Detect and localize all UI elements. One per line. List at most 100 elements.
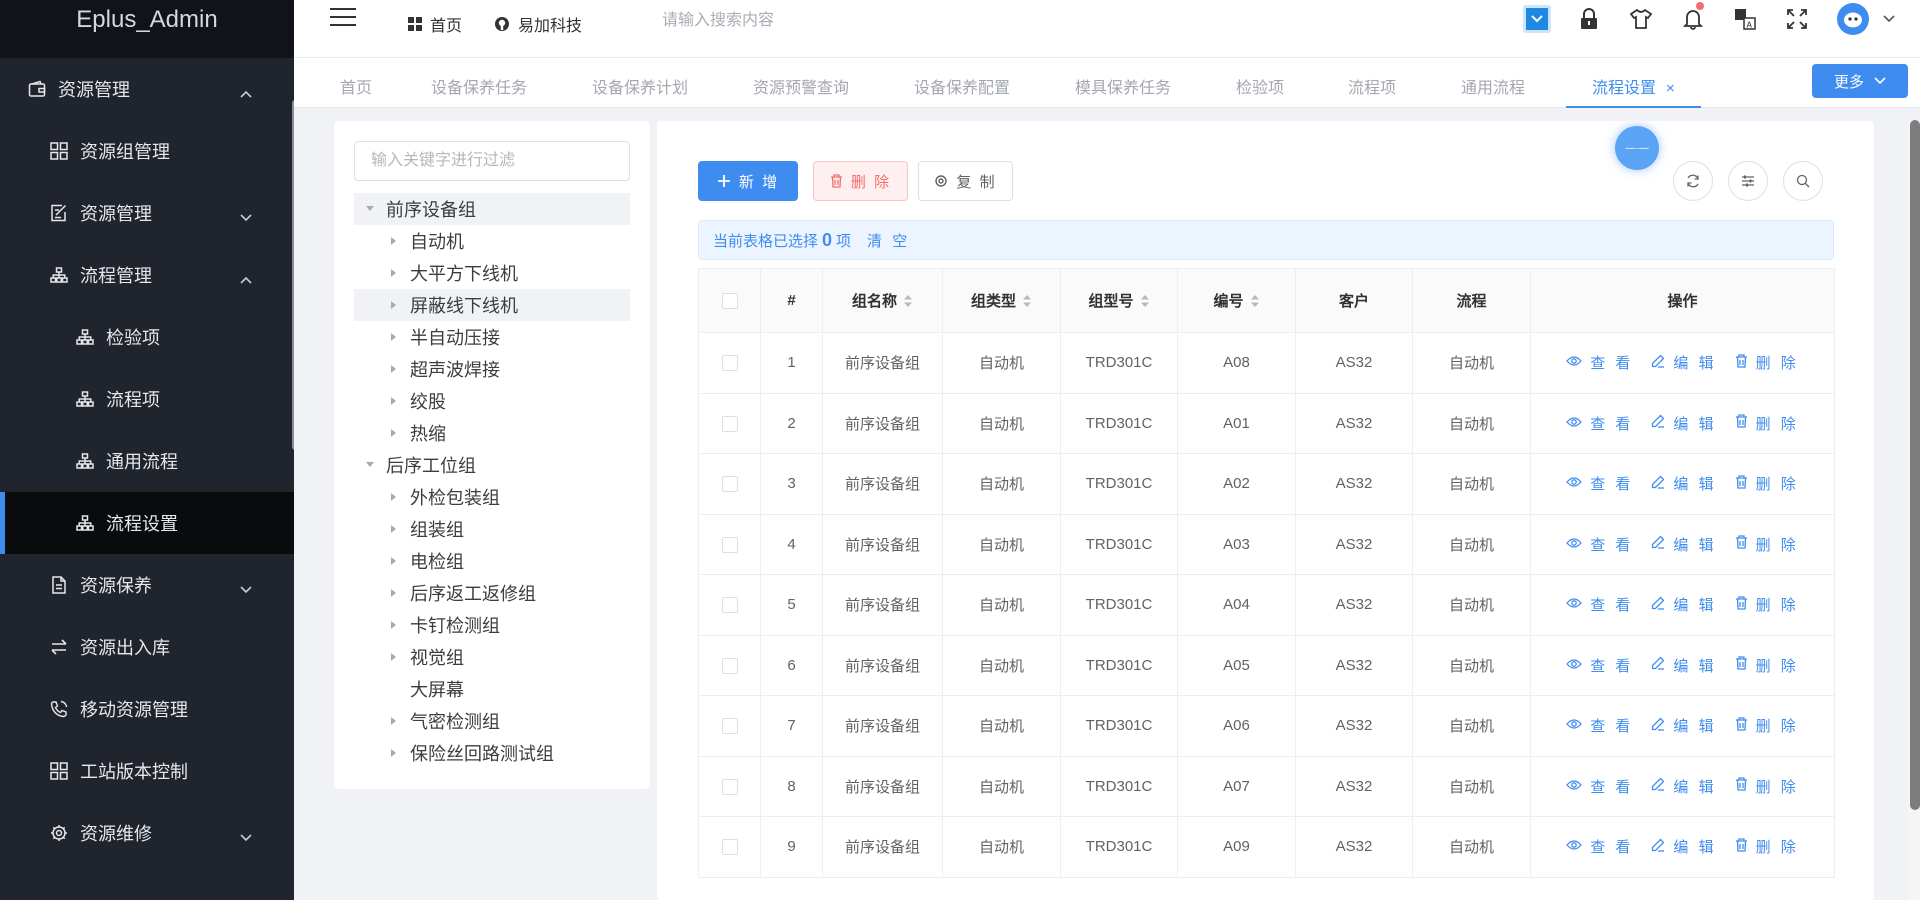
tab-5[interactable]: 模具保养任务 xyxy=(1075,74,1171,98)
tab-6[interactable]: 检验项 xyxy=(1236,74,1284,98)
view-button[interactable]: 查 看 xyxy=(1566,715,1633,736)
edit-button[interactable]: 编 辑 xyxy=(1651,655,1716,676)
refresh-button[interactable] xyxy=(1673,161,1713,201)
tree-filter-input[interactable] xyxy=(354,141,630,181)
caret-right-icon[interactable] xyxy=(386,236,402,246)
row-checkbox[interactable] xyxy=(721,415,738,432)
row-delete-button[interactable]: 删 除 xyxy=(1735,534,1799,555)
view-button[interactable]: 查 看 xyxy=(1566,413,1633,434)
tab-4[interactable]: 设备保养配置 xyxy=(914,74,1010,98)
edit-button[interactable]: 编 辑 xyxy=(1651,352,1716,373)
row-delete-button[interactable]: 删 除 xyxy=(1735,836,1799,857)
table-row[interactable]: 9 前序设备组 自动机 TRD301C A09 AS32 自动机查 看编 辑删 除 xyxy=(698,816,1835,878)
sidebar-item-4[interactable]: 检验项 xyxy=(0,306,294,368)
theme-skin-button[interactable] xyxy=(1626,4,1656,34)
caret-right-icon[interactable] xyxy=(386,716,402,726)
view-button[interactable]: 查 看 xyxy=(1566,655,1633,676)
tree-node-item[interactable]: 绞股 xyxy=(354,385,630,417)
row-delete-button[interactable]: 删 除 xyxy=(1735,352,1799,373)
lock-screen-button[interactable] xyxy=(1574,4,1604,34)
sidebar-item-6[interactable]: 通用流程 xyxy=(0,430,294,492)
view-button[interactable]: 查 看 xyxy=(1566,594,1633,615)
row-delete-button[interactable]: 删 除 xyxy=(1735,413,1799,434)
sidebar-item-5[interactable]: 流程项 xyxy=(0,368,294,430)
row-delete-button[interactable]: 删 除 xyxy=(1735,655,1799,676)
select-all-checkbox[interactable] xyxy=(721,293,738,310)
edit-button[interactable]: 编 辑 xyxy=(1651,473,1716,494)
edit-button[interactable]: 编 辑 xyxy=(1651,836,1716,857)
caret-right-icon[interactable] xyxy=(386,556,402,566)
row-checkbox[interactable] xyxy=(721,597,738,614)
page-scrollbar[interactable] xyxy=(1908,120,1920,900)
sidebar-item-8[interactable]: 资源保养 xyxy=(0,554,294,616)
sidebar-item-1[interactable]: 资源组管理 xyxy=(0,120,294,182)
tab-0[interactable]: 首页 xyxy=(340,74,372,98)
sidebar-item-3[interactable]: 流程管理 xyxy=(0,244,294,306)
search-toggle-button[interactable] xyxy=(1783,161,1823,201)
edit-button[interactable]: 编 辑 xyxy=(1651,715,1716,736)
caret-right-icon[interactable] xyxy=(386,652,402,662)
caret-right-icon[interactable] xyxy=(386,588,402,598)
sidebar-item-10[interactable]: 移动资源管理 xyxy=(0,678,294,740)
row-delete-button[interactable]: 删 除 xyxy=(1735,594,1799,615)
col-header-group-model[interactable]: 组型号 xyxy=(1060,268,1178,333)
tree-node-group[interactable]: 前序设备组 xyxy=(354,193,630,225)
caret-right-icon[interactable] xyxy=(386,492,402,502)
language-button[interactable]: A xyxy=(1730,4,1760,34)
floating-assist-ball[interactable]: —·— xyxy=(1615,126,1659,170)
caret-right-icon[interactable] xyxy=(386,524,402,534)
table-row[interactable]: 1 前序设备组 自动机 TRD301C A08 AS32 自动机查 看编 辑删 除 xyxy=(698,332,1835,394)
clear-selection-link[interactable]: 清 空 xyxy=(867,230,910,251)
edit-button[interactable]: 编 辑 xyxy=(1651,776,1716,797)
caret-right-icon[interactable] xyxy=(386,748,402,758)
tree-node-item[interactable]: 气密检测组 xyxy=(354,705,630,737)
fullscreen-button[interactable] xyxy=(1782,4,1812,34)
sidebar-item-9[interactable]: 资源出入库 xyxy=(0,616,294,678)
page-scrollbar-thumb[interactable] xyxy=(1910,120,1920,810)
tree-node-item[interactable]: 保险丝回路测试组 xyxy=(354,737,630,769)
theme-select[interactable] xyxy=(1522,4,1552,34)
tab-3[interactable]: 资源预警查询 xyxy=(753,74,849,98)
view-button[interactable]: 查 看 xyxy=(1566,534,1633,555)
table-row[interactable]: 8 前序设备组 自动机 TRD301C A07 AS32 自动机查 看编 辑删 除 xyxy=(698,755,1835,817)
sidebar-item-0[interactable]: 资源管理 xyxy=(0,58,294,120)
row-checkbox[interactable] xyxy=(721,657,738,674)
tree-node-item[interactable]: 超声波焊接 xyxy=(354,353,630,385)
table-row[interactable]: 5 前序设备组 自动机 TRD301C A04 AS32 自动机查 看编 辑删 除 xyxy=(698,574,1835,636)
view-button[interactable]: 查 看 xyxy=(1566,352,1633,373)
header-home-link[interactable]: 首页 xyxy=(408,12,462,36)
table-row[interactable]: 3 前序设备组 自动机 TRD301C A02 AS32 自动机查 看编 辑删 除 xyxy=(698,453,1835,515)
tab-1[interactable]: 设备保养任务 xyxy=(431,74,527,98)
notification-button[interactable] xyxy=(1678,2,1708,34)
tab-2[interactable]: 设备保养计划 xyxy=(592,74,688,98)
tree-node-item[interactable]: 热缩 xyxy=(354,417,630,449)
tree-node-item[interactable]: 后序返工返修组 xyxy=(354,577,630,609)
tab-7[interactable]: 流程项 xyxy=(1348,74,1396,98)
more-tabs-button[interactable]: 更多 xyxy=(1812,64,1908,98)
sidebar-item-7[interactable]: 流程设置 xyxy=(0,492,294,554)
sort-icon[interactable] xyxy=(1140,294,1150,308)
row-checkbox[interactable] xyxy=(721,778,738,795)
caret-down-icon[interactable] xyxy=(362,205,378,213)
row-delete-button[interactable]: 删 除 xyxy=(1735,473,1799,494)
tree-node-item[interactable]: 电检组 xyxy=(354,545,630,577)
table-row[interactable]: 7 前序设备组 自动机 TRD301C A06 AS32 自动机查 看编 辑删 除 xyxy=(698,695,1835,757)
row-checkbox[interactable] xyxy=(721,536,738,553)
caret-right-icon[interactable] xyxy=(386,396,402,406)
row-checkbox[interactable] xyxy=(721,476,738,493)
caret-right-icon[interactable] xyxy=(386,268,402,278)
row-checkbox[interactable] xyxy=(721,355,738,372)
add-button[interactable]: 新 增 xyxy=(698,161,798,201)
menu-toggle-icon[interactable] xyxy=(330,8,356,30)
caret-right-icon[interactable] xyxy=(386,332,402,342)
view-button[interactable]: 查 看 xyxy=(1566,473,1633,494)
header-company-link[interactable]: 易加科技 xyxy=(494,12,582,36)
sidebar-item-12[interactable]: 资源维修 xyxy=(0,802,294,864)
close-icon[interactable]: × xyxy=(1666,80,1675,97)
table-row[interactable]: 4 前序设备组 自动机 TRD301C A03 AS32 自动机查 看编 辑删 除 xyxy=(698,513,1835,575)
col-header-group-name[interactable]: 组名称 xyxy=(822,268,943,333)
row-delete-button[interactable]: 删 除 xyxy=(1735,776,1799,797)
col-header-code[interactable]: 编号 xyxy=(1177,268,1296,333)
table-row[interactable]: 6 前序设备组 自动机 TRD301C A05 AS32 自动机查 看编 辑删 除 xyxy=(698,634,1835,696)
column-settings-button[interactable] xyxy=(1728,161,1768,201)
